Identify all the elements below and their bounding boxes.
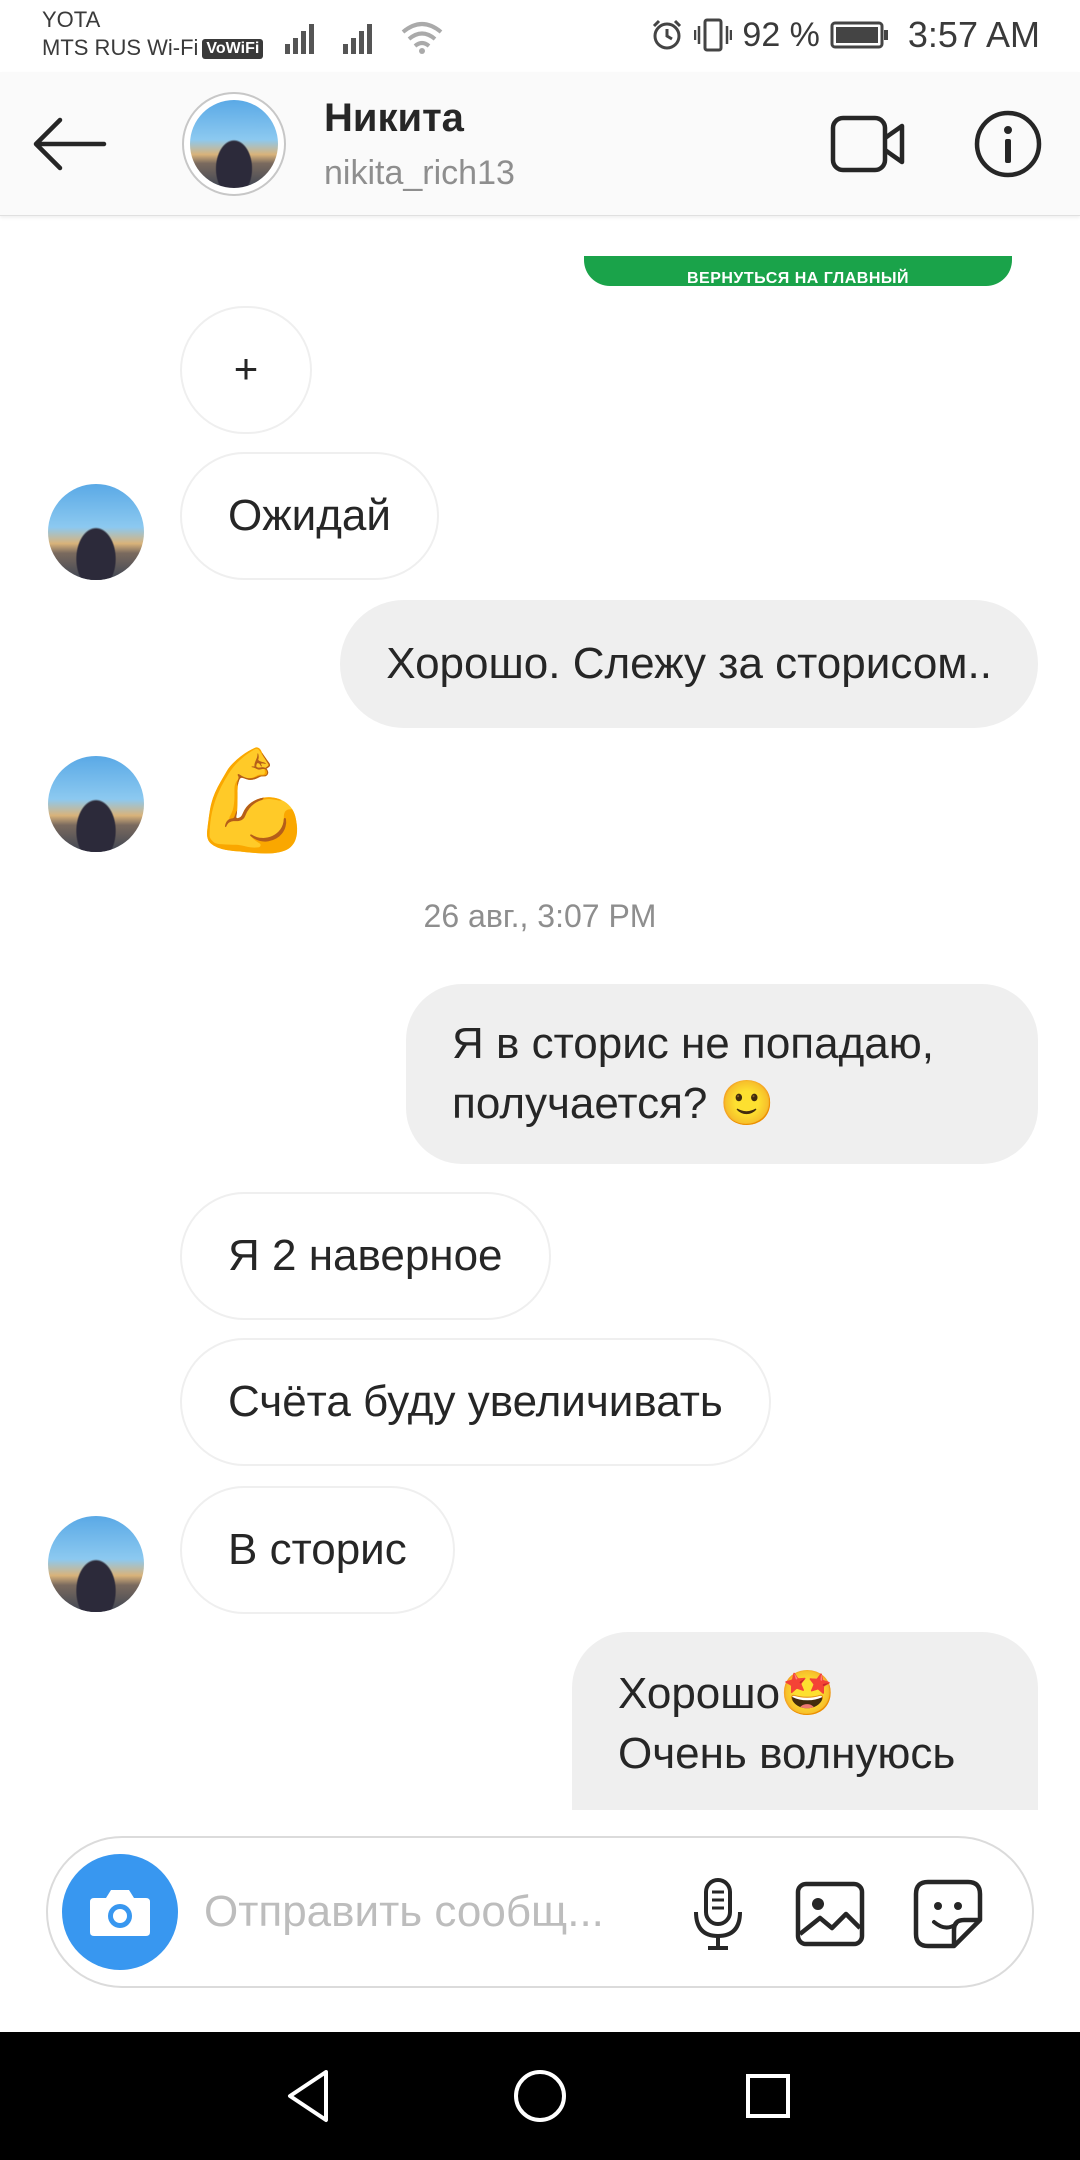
message-incoming[interactable]: Я 2 наверное xyxy=(180,1192,551,1320)
nav-recents-button[interactable] xyxy=(728,2060,808,2132)
microphone-icon xyxy=(694,1878,742,1950)
message-composer xyxy=(46,1836,1034,1988)
message-line: Хорошо🤩 xyxy=(618,1669,835,1718)
system-nav-bar xyxy=(0,2032,1080,2160)
carrier-secondary: MTS RUS Wi-Fi xyxy=(42,35,199,60)
nav-home-button[interactable] xyxy=(500,2060,580,2132)
timestamp: 26 авг., 3:07 PM xyxy=(423,898,657,934)
gallery-icon xyxy=(795,1881,865,1947)
video-call-button[interactable] xyxy=(830,112,906,176)
recents-square-icon xyxy=(746,2074,790,2118)
message-incoming[interactable]: В сторис xyxy=(180,1486,455,1614)
clock: 3:57 AM xyxy=(907,14,1040,55)
sticker-button[interactable] xyxy=(908,1874,988,1954)
shared-post-button[interactable]: ВЕРНУТЬСЯ НА ГЛАВНЫЙ xyxy=(584,256,1012,286)
info-icon xyxy=(974,110,1042,178)
back-button[interactable] xyxy=(30,112,110,176)
contact-username[interactable]: nikita_rich13 xyxy=(324,154,515,193)
signal-icon xyxy=(343,24,372,54)
avatar[interactable] xyxy=(48,1516,144,1612)
avatar[interactable] xyxy=(48,484,144,580)
gallery-button[interactable] xyxy=(790,1874,870,1954)
battery-icon xyxy=(830,21,888,49)
avatar-image xyxy=(48,1516,144,1612)
carrier-info: YOTA MTS RUS Wi-Fi VoWiFi xyxy=(42,6,264,62)
message-incoming[interactable]: Счёта буду увеличивать xyxy=(180,1338,771,1466)
avatar[interactable] xyxy=(48,756,144,852)
carrier-primary: YOTA xyxy=(42,7,101,32)
alarm-icon xyxy=(653,19,682,50)
message-input[interactable] xyxy=(204,1874,674,1950)
home-circle-icon xyxy=(514,2070,566,2122)
info-button[interactable] xyxy=(972,108,1044,180)
signal-icon xyxy=(285,24,314,54)
emoji-message[interactable]: 💪 xyxy=(190,746,315,856)
vibrate-icon xyxy=(694,18,733,52)
avatar-image xyxy=(48,484,144,580)
message-outgoing[interactable]: Я в сторис не попадаю, получается? 🙂 xyxy=(406,984,1038,1164)
back-arrow-icon xyxy=(33,117,107,171)
camera-icon xyxy=(90,1890,150,1936)
voice-message-button[interactable] xyxy=(678,1874,758,1954)
signal-group xyxy=(285,20,443,54)
contact-avatar[interactable] xyxy=(182,92,286,196)
message-list[interactable]: ВЕРНУТЬСЯ НА ГЛАВНЫЙ + Ожидай Хорошо. Сл… xyxy=(0,216,1080,1816)
vowifi-badge: VoWiFi xyxy=(202,39,264,59)
chat-header: Никита nikita_rich13 xyxy=(0,72,1080,216)
message-outgoing[interactable]: Хорошо. Слежу за сторисом.. xyxy=(340,600,1038,728)
message-incoming[interactable]: Ожидай xyxy=(180,452,439,580)
back-triangle-icon xyxy=(288,2070,328,2122)
camera-button[interactable] xyxy=(62,1854,178,1970)
video-call-icon xyxy=(830,115,905,173)
avatar-image xyxy=(190,100,278,188)
battery-percent: 92 % xyxy=(742,15,820,54)
status-bar: YOTA MTS RUS Wi-Fi VoWiFi 92 % 3:57 AM xyxy=(0,0,1080,72)
message-outgoing[interactable]: Хорошо🤩 Очень волнуюсь xyxy=(572,1632,1038,1810)
plus-bubble[interactable]: + xyxy=(180,306,312,434)
message-line: Очень волнуюсь xyxy=(618,1729,956,1778)
status-right: 92 % 3:57 AM xyxy=(650,14,1040,56)
nav-back-button[interactable] xyxy=(268,2060,348,2132)
contact-name[interactable]: Никита xyxy=(324,96,464,141)
carrier-secondary-row: MTS RUS Wi-Fi VoWiFi xyxy=(42,34,264,62)
avatar-image xyxy=(48,756,144,852)
wifi-icon xyxy=(401,22,443,54)
sticker-icon xyxy=(913,1879,983,1949)
